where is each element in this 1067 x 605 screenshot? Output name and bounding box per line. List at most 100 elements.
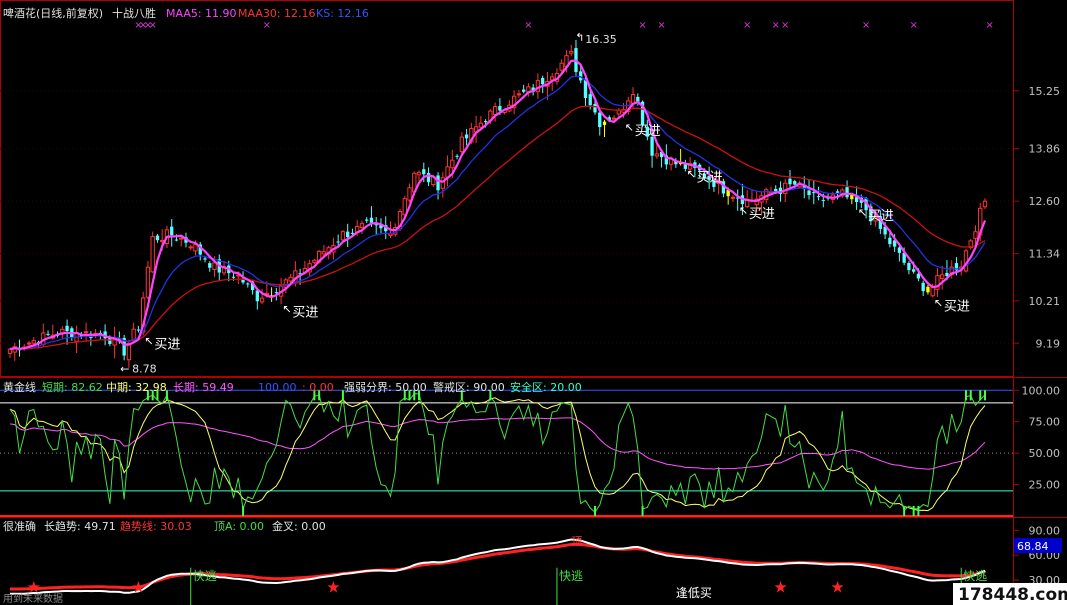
candle-body[interactable] <box>579 71 583 81</box>
buy-signal-label: 买进 <box>635 124 661 139</box>
candle-body[interactable] <box>312 259 317 263</box>
candle-body[interactable] <box>336 241 340 243</box>
candle-body[interactable] <box>436 175 440 191</box>
candle-body[interactable] <box>155 235 160 241</box>
candle-body[interactable] <box>407 187 412 201</box>
star-marker-icon: ★ <box>131 578 145 597</box>
candle-body[interactable] <box>492 106 498 116</box>
candle-body[interactable] <box>126 342 132 361</box>
candle-body[interactable] <box>416 171 422 176</box>
stock-chart[interactable]: ↖ 买进↖ 买进↖ 买进↖ 买进↖ 买进 ↖ 买进↖ 买进↰ 16.35← 8.78×××× × × × ×… <box>0 0 1067 605</box>
candle-body[interactable] <box>455 155 459 157</box>
candle-body[interactable] <box>973 231 978 239</box>
candle-body[interactable] <box>150 236 155 273</box>
low-price-label: 8.78 <box>132 362 157 375</box>
candle-body[interactable] <box>255 290 259 302</box>
gold-panel-axis: 100.00 75.00 50.00 25.00 <box>1013 384 1060 492</box>
candle-body[interactable] <box>521 89 526 92</box>
candle-body[interactable] <box>31 340 36 344</box>
candle-body[interactable] <box>940 274 945 279</box>
candle-body[interactable] <box>188 246 193 249</box>
legend-ks: KS: 12.16 <box>316 7 369 20</box>
trend-panel-axis: 90.0060.0030.00 <box>1013 524 1060 587</box>
candle-body[interactable] <box>160 239 165 242</box>
candle-body[interactable] <box>911 269 916 272</box>
candle-body[interactable] <box>136 329 141 331</box>
candle-body[interactable] <box>483 121 488 123</box>
trend-panel-markers: ★ ★ ★ ★ ★快逃 快逃 快逃顶逢低买 <box>27 535 987 605</box>
candle-body[interactable] <box>350 232 355 234</box>
candle-body[interactable] <box>730 196 736 199</box>
candle-body[interactable] <box>259 297 265 303</box>
candle-body[interactable] <box>422 169 426 175</box>
candle-body[interactable] <box>288 276 293 282</box>
candle-body[interactable] <box>926 286 930 293</box>
candle-body[interactable] <box>498 106 502 111</box>
candle-body[interactable] <box>464 134 469 139</box>
candle-body[interactable] <box>569 50 574 54</box>
candle-body[interactable] <box>208 263 212 268</box>
candle-body[interactable] <box>388 233 393 236</box>
buy-signal-label: 买进 <box>944 300 970 315</box>
candlestick-series[interactable] <box>7 39 988 368</box>
candle-body[interactable] <box>65 325 69 331</box>
candle-body[interactable] <box>793 181 797 185</box>
candle-body[interactable] <box>897 247 902 253</box>
cross-marker-icon: × <box>148 20 156 31</box>
candle-body[interactable] <box>46 333 50 335</box>
candle-body[interactable] <box>174 239 179 241</box>
candle-body[interactable] <box>340 231 346 241</box>
candle-body[interactable] <box>602 121 607 125</box>
candle-body[interactable] <box>203 258 207 260</box>
candle-body[interactable] <box>845 187 849 198</box>
candle-body[interactable] <box>231 276 236 278</box>
candle-body[interactable] <box>369 217 374 223</box>
candle-body[interactable] <box>459 136 464 153</box>
candle-body[interactable] <box>246 283 250 285</box>
trend-legend-item: 长趋势: 49.71 <box>44 520 116 533</box>
candle-body[interactable] <box>888 237 892 245</box>
candle-body[interactable] <box>365 219 369 221</box>
candle-body[interactable] <box>179 237 184 240</box>
candle-body[interactable] <box>478 122 484 128</box>
candle-body[interactable] <box>921 282 925 292</box>
candle-body[interactable] <box>359 223 365 228</box>
moving-average-lines <box>9 59 987 351</box>
candle-body[interactable] <box>145 266 151 298</box>
candle-body[interactable] <box>588 94 592 106</box>
candle-body[interactable] <box>788 178 792 185</box>
escape-label: 快逃 <box>963 569 987 583</box>
candle-body[interactable] <box>541 77 545 85</box>
candle-body[interactable] <box>212 262 217 270</box>
candle-body[interactable] <box>170 226 174 236</box>
candle-body[interactable] <box>598 112 602 128</box>
candle-body[interactable] <box>346 231 350 238</box>
gold-legend-item: 强弱分界: 50.00 <box>344 381 427 394</box>
candle-body[interactable] <box>593 104 597 113</box>
cross-marker-icon: × <box>781 20 789 31</box>
candle-body[interactable] <box>850 195 854 200</box>
candle-body[interactable] <box>616 109 621 115</box>
candle-body[interactable] <box>982 200 988 208</box>
candle-body[interactable] <box>450 159 455 169</box>
candle-body[interactable] <box>654 153 659 157</box>
candle-body[interactable] <box>821 199 825 201</box>
candle-body[interactable] <box>783 182 788 195</box>
cross-marker-icon: × <box>524 20 532 31</box>
candle-body[interactable] <box>516 93 522 96</box>
candle-body[interactable] <box>835 191 840 193</box>
candle-body[interactable] <box>321 251 327 255</box>
candle-body[interactable] <box>907 262 911 271</box>
candle-body[interactable] <box>630 93 636 104</box>
price-tick-label: 15.25 <box>1029 85 1061 98</box>
candle-body[interactable] <box>650 136 654 156</box>
candle-body[interactable] <box>193 244 198 252</box>
candle-body[interactable] <box>26 342 32 345</box>
candle-body[interactable] <box>559 62 564 71</box>
candle-body[interactable] <box>807 190 811 195</box>
candle-body[interactable] <box>611 117 617 120</box>
watermark-text: 178448.com <box>958 585 1067 605</box>
candle-body[interactable] <box>83 331 89 334</box>
candle-body[interactable] <box>812 192 816 194</box>
candle-body[interactable] <box>816 196 821 198</box>
